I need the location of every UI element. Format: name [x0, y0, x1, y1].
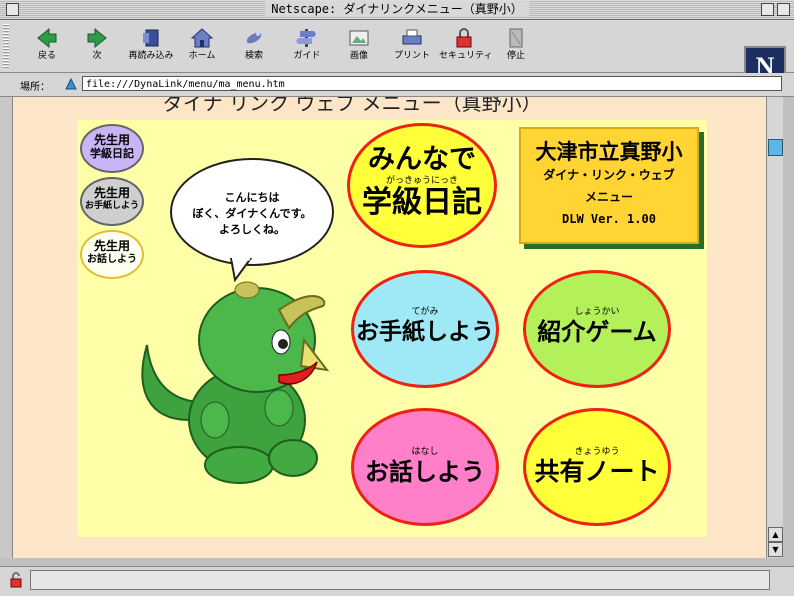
reload-button[interactable]: 再読み込み — [126, 26, 176, 62]
printer-icon — [402, 29, 422, 45]
back-button[interactable]: 戻る — [22, 26, 72, 62]
close-box[interactable] — [6, 3, 19, 16]
security-button[interactable]: セキュリティ — [439, 26, 492, 62]
school-info-box: 大津市立真野小 ダイナ・リンク・ウェブ メニュー DLW Ver. 1.00 — [519, 127, 699, 244]
location-input[interactable]: file:///DynaLink/menu/ma_menu.htm — [82, 76, 782, 91]
forward-arrow-icon — [87, 27, 107, 49]
images-button[interactable]: 画像 — [334, 26, 384, 62]
stop-button[interactable]: 停止 — [491, 26, 541, 62]
security-status-icon[interactable] — [8, 572, 24, 588]
padlock-icon — [456, 28, 472, 48]
guide-icon — [296, 29, 316, 47]
title-bar: Netscape: ダイナリンクメニュー（真野小） — [0, 0, 794, 20]
menu-introduction-game[interactable]: しょうかい 紹介ゲーム — [523, 270, 671, 388]
window-title: Netscape: ダイナリンクメニュー（真野小） — [265, 1, 529, 17]
scroll-down-arrow[interactable]: ▼ — [768, 542, 783, 557]
menu-class-diary[interactable]: みんなで がっきゅうにっき 学級日記 — [347, 123, 497, 248]
menu-panel: 先生用 学級日記 先生用 お手紙しよう 先生用 お話しよう こんにちは ぼく、ダ… — [77, 120, 707, 537]
location-label: 場所： — [20, 82, 50, 93]
menu-shared-notebook[interactable]: きょうゆう 共有ノート — [523, 408, 671, 526]
zoom-box[interactable] — [761, 3, 774, 16]
guide-button[interactable]: ガイド — [282, 26, 332, 62]
forward-button[interactable]: 次 — [72, 26, 122, 62]
frame-edge — [0, 97, 12, 558]
status-bar — [0, 566, 794, 596]
search-icon — [246, 32, 262, 44]
location-bar: 場所： file:///DynaLink/menu/ma_menu.htm — [0, 73, 794, 97]
reload-icon — [143, 29, 159, 47]
menu-talk[interactable]: はなし お話しよう — [351, 408, 499, 526]
images-icon — [349, 30, 369, 46]
search-button[interactable]: 検索 — [229, 26, 279, 62]
page-proxy-icon[interactable] — [64, 77, 78, 91]
home-button[interactable]: ホーム — [177, 26, 227, 62]
scroll-thumb[interactable] — [768, 139, 783, 156]
status-message — [30, 570, 770, 590]
vertical-scrollbar[interactable]: ▲ ▼ — [766, 97, 783, 558]
menu-letter[interactable]: てがみ お手紙しよう — [351, 270, 499, 388]
dinosaur-illustration — [141, 281, 330, 484]
home-icon — [190, 28, 214, 48]
toolbar-grip[interactable] — [3, 24, 9, 68]
back-arrow-icon — [37, 27, 57, 49]
teacher-letter-button[interactable]: 先生用 お手紙しよう — [80, 177, 144, 226]
page-heading: ダイナ リンク ウェブ メニュー（真野小） — [163, 97, 542, 115]
collapse-box[interactable] — [777, 3, 790, 16]
speech-bubble: こんにちは ぼく、ダイナくんです。 よろしくね。 — [170, 158, 334, 266]
stop-icon — [509, 28, 523, 48]
teacher-diary-button[interactable]: 先生用 学級日記 — [80, 124, 144, 173]
navigation-toolbar: 戻る 次 再読み込み ホーム 検索 ガイド 画像 プリント セキュリティ 停止 … — [0, 20, 794, 88]
scroll-up-arrow[interactable]: ▲ — [768, 527, 783, 542]
page-content: ダイナ リンク ウェブ メニュー（真野小） 先生用 学級日記 先生用 お手紙しよ… — [12, 97, 767, 558]
print-button[interactable]: プリント — [387, 26, 437, 62]
